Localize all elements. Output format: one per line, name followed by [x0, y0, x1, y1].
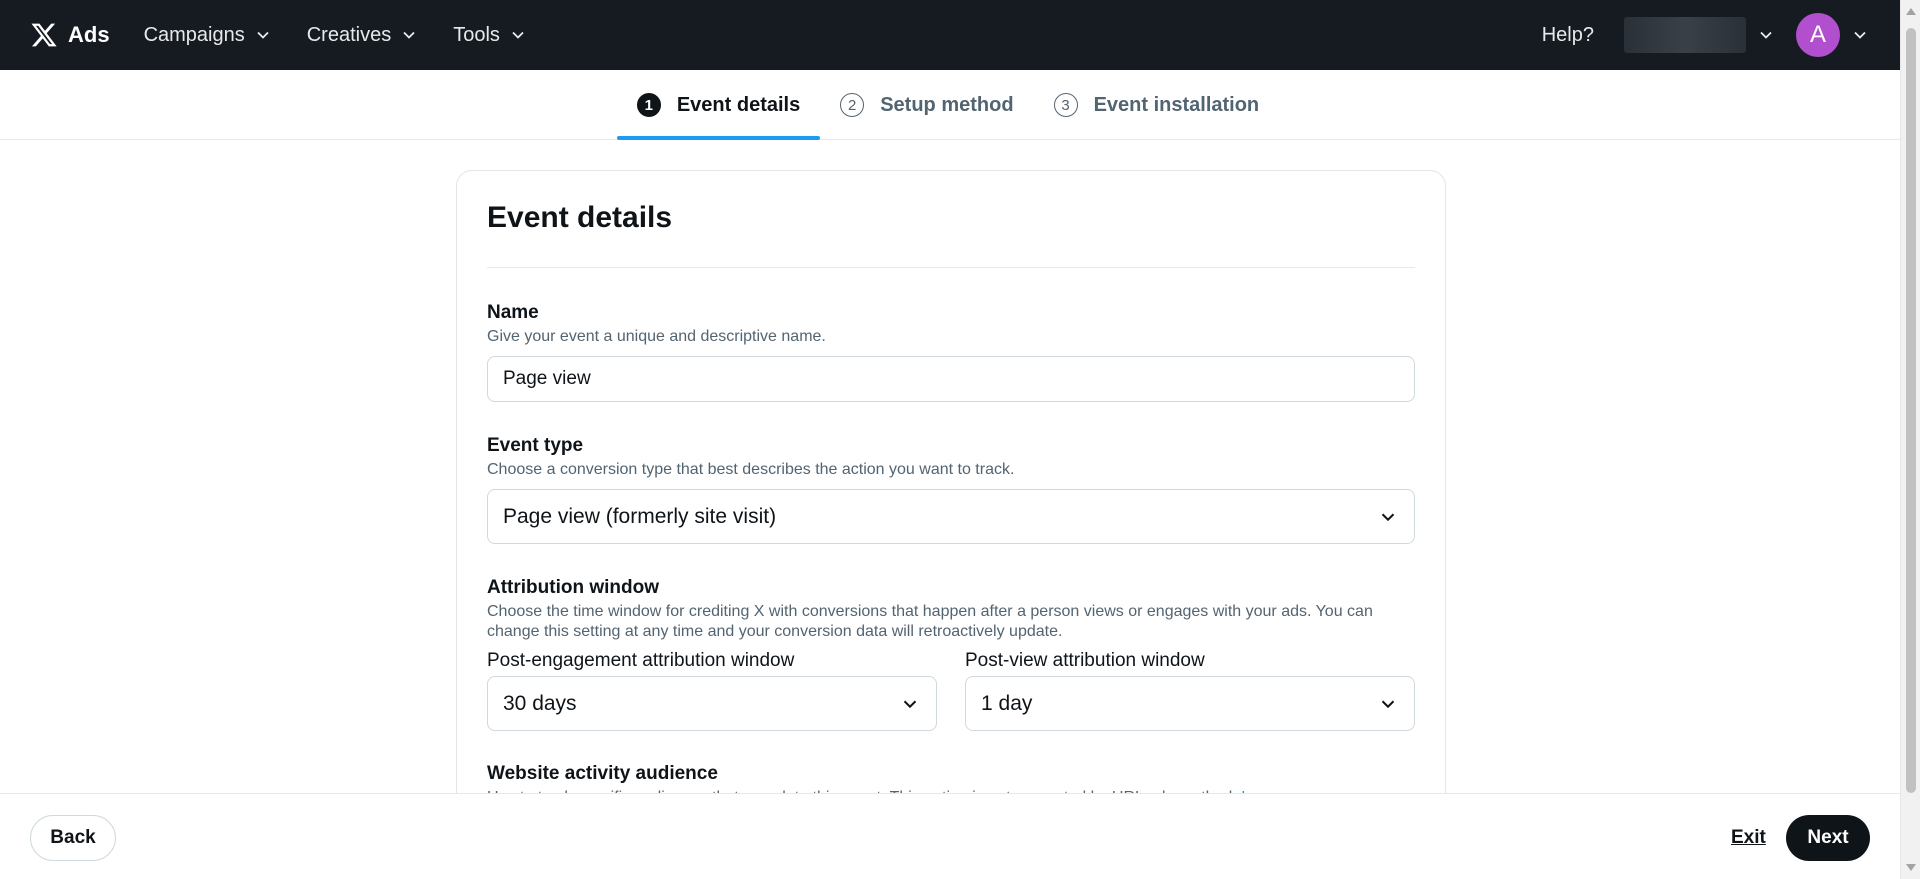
avatar[interactable]: A: [1796, 13, 1840, 57]
post-view-value: 1 day: [981, 691, 1033, 715]
x-logo-icon: [31, 23, 57, 47]
post-engagement-select[interactable]: 30 days: [487, 676, 937, 731]
step-setup-method[interactable]: 2 Setup method: [820, 70, 1033, 140]
scrollbar[interactable]: [1900, 0, 1920, 879]
nav-campaigns-label: Campaigns: [143, 23, 245, 46]
step-label: Event installation: [1093, 93, 1260, 116]
help-link[interactable]: Help?: [1542, 24, 1594, 47]
brand-label: Ads: [68, 22, 110, 47]
post-engagement-label: Post-engagement attribution window: [487, 650, 795, 671]
chevron-down-icon: [403, 31, 415, 39]
step-number: 2: [840, 93, 865, 117]
event-type-section: Event type Choose a conversion type that…: [487, 435, 1415, 544]
chevron-down-icon: [903, 700, 917, 708]
name-input-value: Page view: [503, 368, 591, 389]
post-view-select[interactable]: 1 day: [965, 676, 1415, 731]
step-label: Setup method: [880, 93, 1014, 116]
event-type-value: Page view (formerly site visit): [503, 504, 777, 528]
footer-bar: Back Exit Next: [0, 793, 1900, 879]
nav-tools-label: Tools: [453, 23, 500, 46]
step-number: 1: [636, 93, 661, 117]
event-type-description: Choose a conversion type that best descr…: [487, 461, 1015, 478]
name-input[interactable]: Page view: [487, 356, 1415, 402]
step-label: Event details: [676, 93, 801, 116]
chevron-down-icon: [257, 31, 269, 39]
step-event-details[interactable]: 1 Event details: [616, 70, 821, 140]
step-event-installation[interactable]: 3 Event installation: [1034, 70, 1280, 140]
chevron-down-icon: [512, 31, 524, 39]
event-details-card: Event details Name Give your event a uni…: [456, 170, 1446, 810]
nav-campaigns[interactable]: Campaigns: [144, 24, 273, 47]
audience-label: Website activity audience: [487, 763, 718, 784]
name-label: Name: [487, 302, 539, 323]
step-number: 3: [1053, 93, 1078, 117]
post-engagement-value: 30 days: [503, 691, 577, 715]
post-view-label: Post-view attribution window: [965, 650, 1205, 671]
attribution-label: Attribution window: [487, 577, 660, 598]
page-title: Event details: [487, 201, 673, 234]
stepper: 1 Event details 2 Setup method 3 Event i…: [0, 70, 1900, 140]
name-section: Name Give your event a unique and descri…: [487, 302, 1415, 402]
event-type-label: Event type: [487, 435, 584, 456]
exit-button[interactable]: Exit: [1731, 827, 1766, 849]
chevron-down-icon[interactable]: [1756, 25, 1776, 45]
nav-creatives-label: Creatives: [306, 23, 392, 46]
nav-right: Help? A: [1542, 0, 1870, 70]
event-type-select[interactable]: Page view (formerly site visit): [487, 489, 1415, 544]
chevron-down-icon: [1381, 700, 1395, 708]
nav-tools[interactable]: Tools: [453, 24, 528, 47]
chevron-down-icon: [1381, 513, 1395, 521]
attribution-section: Attribution window Choose the time windo…: [487, 577, 1415, 731]
top-nav: Ads Campaigns Creatives Tools Help? A: [0, 0, 1900, 70]
account-selector[interactable]: [1624, 17, 1746, 53]
avatar-letter: A: [1809, 21, 1826, 48]
chevron-down-icon[interactable]: [1850, 25, 1870, 45]
x-ads-logo[interactable]: Ads: [30, 21, 110, 49]
next-button[interactable]: Next: [1786, 815, 1870, 861]
scrollbar-thumb[interactable]: [1906, 28, 1916, 793]
scroll-down-arrow-icon[interactable]: [1906, 864, 1916, 871]
name-description: Give your event a unique and descriptive…: [487, 328, 826, 345]
nav-creatives[interactable]: Creatives: [307, 24, 419, 47]
back-button[interactable]: Back: [30, 815, 116, 861]
divider: [487, 267, 1415, 268]
attribution-description: Choose the time window for crediting X w…: [487, 603, 1373, 640]
scroll-up-arrow-icon[interactable]: [1906, 8, 1916, 15]
